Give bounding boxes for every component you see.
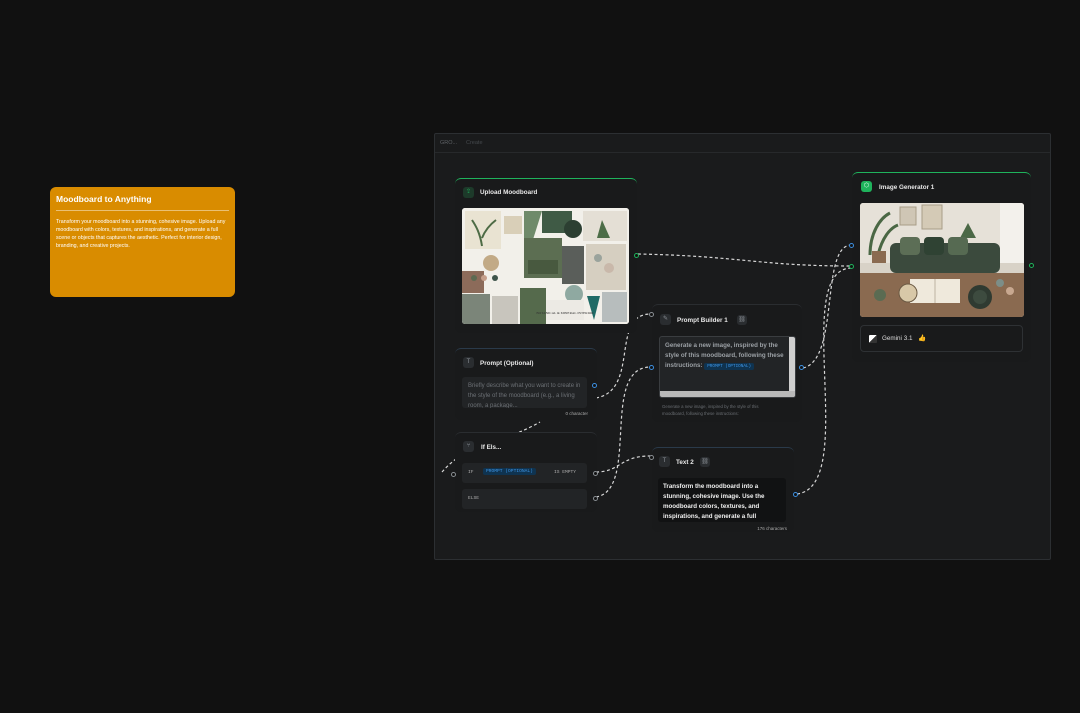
- text-icon: T: [659, 456, 670, 467]
- input-handle[interactable]: [649, 455, 654, 460]
- pencil-icon: ✎: [660, 314, 671, 325]
- text-content: Transform the moodboard into a stunning,…: [663, 483, 765, 520]
- else-row[interactable]: ELSE: [462, 489, 587, 509]
- link-icon[interactable]: ⛓: [700, 457, 710, 467]
- generated-scene: [860, 203, 1024, 317]
- node-title: If Els...: [481, 444, 502, 451]
- node-title: Prompt (Optional): [480, 360, 534, 367]
- wire-text-to-generator: [796, 267, 852, 495]
- vertical-scrollbar[interactable]: [789, 337, 795, 397]
- horizontal-scrollbar[interactable]: [660, 391, 795, 397]
- input-handle-2[interactable]: [649, 365, 654, 370]
- thumbs-up-icon: 👍: [918, 335, 927, 342]
- text-icon: T: [463, 357, 474, 368]
- else-output-handle[interactable]: [593, 496, 598, 501]
- wire-ifelse-to-builder: [595, 366, 651, 498]
- prompt-builder-node[interactable]: ✎ Prompt Builder 1 ⛓ Generate a new imag…: [649, 304, 804, 422]
- if-keyword: IF: [468, 470, 474, 475]
- node-title: Text 2: [676, 459, 694, 466]
- prompt-input-handle[interactable]: [849, 243, 854, 248]
- moodboard-caption: BOTANICAL & MINERAL INTERIOR: [536, 311, 594, 315]
- prompt-optional-node[interactable]: T Prompt (Optional) Briefly describe wha…: [455, 348, 597, 420]
- prompt-input[interactable]: Briefly describe what you want to create…: [462, 377, 587, 408]
- wire-ifelse-to-text: [595, 455, 651, 473]
- output-handle[interactable]: [1029, 263, 1034, 268]
- template-editor[interactable]: Generate a new image, inspired by the st…: [659, 336, 796, 398]
- if-output-handle[interactable]: [593, 471, 598, 476]
- image-generator-node[interactable]: ⬡ Image Generator 1 Gemini 3.1 👍: [849, 172, 1034, 362]
- image-input-handle[interactable]: [849, 264, 854, 269]
- node-title: Image Generator 1: [879, 184, 935, 191]
- wire-upload-to-generator: [637, 253, 852, 267]
- output-handle[interactable]: [793, 492, 798, 497]
- node-title: Upload Moodboard: [480, 189, 538, 196]
- link-icon[interactable]: ⛓: [737, 315, 747, 325]
- output-handle[interactable]: [592, 383, 597, 388]
- generator-icon: ⬡: [861, 181, 872, 192]
- model-name: Gemini 3.1: [882, 335, 913, 342]
- else-keyword: ELSE: [468, 496, 480, 501]
- prompt-placeholder: Briefly describe what you want to create…: [468, 383, 581, 408]
- template-text: Generate a new image, inspired by the st…: [665, 342, 784, 370]
- char-count: 176 characters: [757, 526, 787, 531]
- moodboard-collage: BOTANICAL & MINERAL INTERIOR: [462, 208, 629, 324]
- prompt-preview: Generate a new image, inspired by the st…: [662, 404, 759, 416]
- if-condition-row[interactable]: IF PROMPT (OPTIONAL) IS EMPTY: [462, 463, 587, 483]
- wire-builder-to-generator: [802, 244, 852, 369]
- generated-image[interactable]: [860, 203, 1024, 317]
- text-2-node[interactable]: T Text 2 ⛓ Transform the moodboard into …: [649, 447, 798, 532]
- output-handle[interactable]: [634, 253, 639, 258]
- branch-icon: ⑂: [463, 441, 474, 452]
- if-else-node[interactable]: ⑂ If Els... IF PROMPT (OPTIONAL) IS EMPT…: [451, 432, 598, 512]
- node-title: Prompt Builder 1: [677, 317, 728, 324]
- output-handle[interactable]: [799, 365, 804, 370]
- char-count: 0 character: [565, 411, 588, 416]
- template-variable-tag[interactable]: PROMPT (OPTIONAL): [704, 363, 755, 370]
- input-handle[interactable]: [451, 472, 456, 477]
- if-variable-tag[interactable]: PROMPT (OPTIONAL): [483, 468, 536, 475]
- text-content-field[interactable]: Transform the moodboard into a stunning,…: [658, 478, 786, 522]
- model-logo-icon: [869, 335, 877, 343]
- condition-label: IS EMPTY: [554, 470, 577, 475]
- moodboard-image[interactable]: BOTANICAL & MINERAL INTERIOR: [462, 208, 629, 324]
- upload-moodboard-node[interactable]: ⇪ Upload Moodboard BOTANICAL & MINERAL I…: [455, 178, 639, 333]
- model-selector[interactable]: Gemini 3.1 👍: [860, 325, 1023, 352]
- upload-icon: ⇪: [463, 187, 474, 198]
- input-handle-1[interactable]: [649, 312, 654, 317]
